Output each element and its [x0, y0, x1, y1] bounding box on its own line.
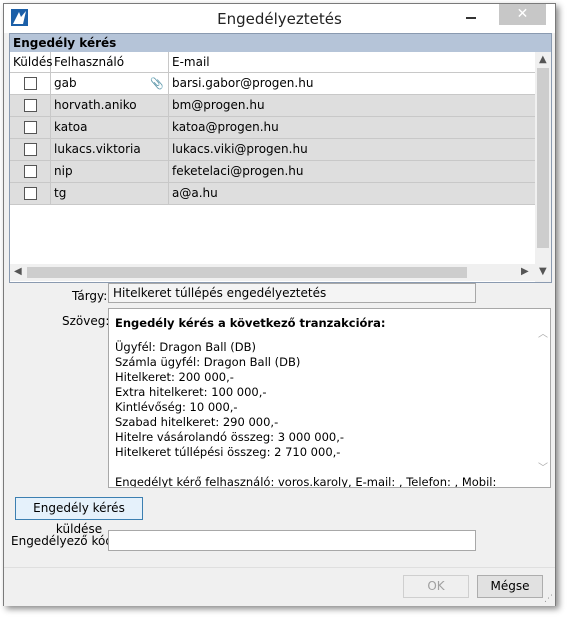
close-button[interactable]: ✕ — [499, 4, 546, 25]
table-row[interactable]: katoa katoa@progen.hu — [10, 117, 535, 139]
message-body-textarea[interactable]: Engedély kérés a következő tranzakcióra:… — [108, 308, 551, 488]
subject-label: Tárgy: — [72, 289, 108, 303]
table-row[interactable]: nip feketelaci@progen.hu — [10, 161, 535, 183]
grid-horizontal-scrollbar[interactable]: ◀ ▶ — [10, 264, 535, 281]
message-heading: Engedély kérés a következő tranzakcióra: — [115, 316, 386, 330]
message-line: Extra hitelkeret: 100 000,- — [115, 385, 267, 399]
table-row[interactable]: tg a@a.hu — [10, 183, 535, 205]
dialog-window: Engedélyeztetés ✕ Engedély kérés Küldés … — [3, 3, 556, 606]
message-scrollbar[interactable]: ︿ ﹀ — [535, 309, 550, 487]
body-label: Szöveg: — [62, 314, 110, 328]
scroll-down-icon[interactable]: ▼ — [539, 266, 547, 277]
user-cell: lukacs.viktoria — [51, 139, 169, 161]
ok-button[interactable]: OK — [403, 575, 469, 598]
send-checkbox[interactable] — [24, 165, 37, 178]
paperclip-icon: 📎 — [150, 77, 164, 90]
send-request-button[interactable]: Engedély kérés küldése — [15, 497, 143, 536]
scroll-up-icon[interactable]: ▲ — [539, 54, 547, 65]
user-cell: katoa — [51, 117, 169, 139]
email-cell: a@a.hu — [172, 186, 218, 200]
title-bar: Engedélyeztetés ✕ — [4, 4, 555, 33]
message-line: Engedélyt kérő felhasználó: voros.karoly… — [115, 475, 497, 488]
user-cell: nip — [51, 161, 169, 183]
email-cell: barsi.gabor@progen.hu — [172, 76, 314, 90]
grid-vertical-scrollbar[interactable]: ▲ — [535, 52, 551, 282]
send-checkbox[interactable] — [24, 187, 37, 200]
minimize-button[interactable] — [457, 4, 485, 26]
email-cell: katoa@progen.hu — [172, 120, 279, 134]
close-icon: ✕ — [516, 6, 529, 22]
subject-field[interactable]: Hitelkeret túllépés engedélyeztetés — [108, 283, 476, 303]
request-grid: Engedély kérés Küldés Felhasználó E-mail… — [9, 33, 552, 283]
message-line: Hitelkeret: 200 000,- — [115, 370, 234, 384]
message-line: Kintlévőség: 10 000,- — [115, 400, 238, 414]
column-header-user[interactable]: Felhasználó — [51, 52, 169, 72]
email-cell: bm@progen.hu — [172, 98, 265, 112]
column-header-send[interactable]: Küldés — [10, 52, 52, 72]
user-cell: tg — [51, 183, 169, 205]
cancel-button[interactable]: Mégse — [477, 575, 543, 598]
horizontal-scroll-thumb[interactable] — [27, 267, 467, 278]
chevron-down-icon[interactable]: ﹀ — [538, 459, 548, 474]
scroll-left-icon[interactable]: ◀ — [14, 266, 22, 277]
send-checkbox[interactable] — [24, 121, 37, 134]
chevron-up-icon[interactable]: ︿ — [538, 325, 548, 340]
approval-code-label: Engedélyező kód: — [11, 534, 117, 548]
message-line — [115, 460, 530, 475]
send-checkbox[interactable] — [24, 99, 37, 112]
minimize-icon — [466, 17, 476, 19]
email-cell: lukacs.viki@progen.hu — [172, 142, 308, 156]
approval-code-input[interactable] — [108, 530, 476, 551]
resize-grip-icon[interactable]: ⋰ — [544, 594, 553, 604]
send-checkbox[interactable] — [24, 77, 37, 90]
vertical-scroll-thumb[interactable] — [537, 68, 549, 248]
message-line: Számla ügyfél: Dragon Ball (DB) — [115, 355, 301, 369]
email-cell: feketelaci@progen.hu — [172, 164, 304, 178]
dialog-footer: OK Mégse ⋰ — [4, 567, 555, 606]
message-line: Hitelre vásárolandó összeg: 3 000 000,- — [115, 430, 345, 444]
grid-header: Küldés Felhasználó E-mail — [10, 52, 535, 73]
table-row[interactable]: horvath.aniko bm@progen.hu — [10, 95, 535, 117]
send-checkbox[interactable] — [24, 143, 37, 156]
table-row[interactable]: lukacs.viktoria lukacs.viki@progen.hu — [10, 139, 535, 161]
user-cell: horvath.aniko — [51, 95, 169, 117]
grid-title: Engedély kérés — [10, 34, 551, 52]
message-line: Hitelkeret túllépési összeg: 2 710 000,- — [115, 445, 341, 459]
message-line: Szabad hitelkeret: 290 000,- — [115, 415, 279, 429]
scroll-right-icon[interactable]: ▶ — [521, 266, 529, 277]
table-row[interactable]: gab 📎 barsi.gabor@progen.hu — [10, 73, 535, 95]
message-line: Ügyfél: Dragon Ball (DB) — [115, 340, 256, 354]
column-header-email[interactable]: E-mail — [169, 52, 535, 72]
user-cell: gab 📎 — [51, 73, 169, 95]
